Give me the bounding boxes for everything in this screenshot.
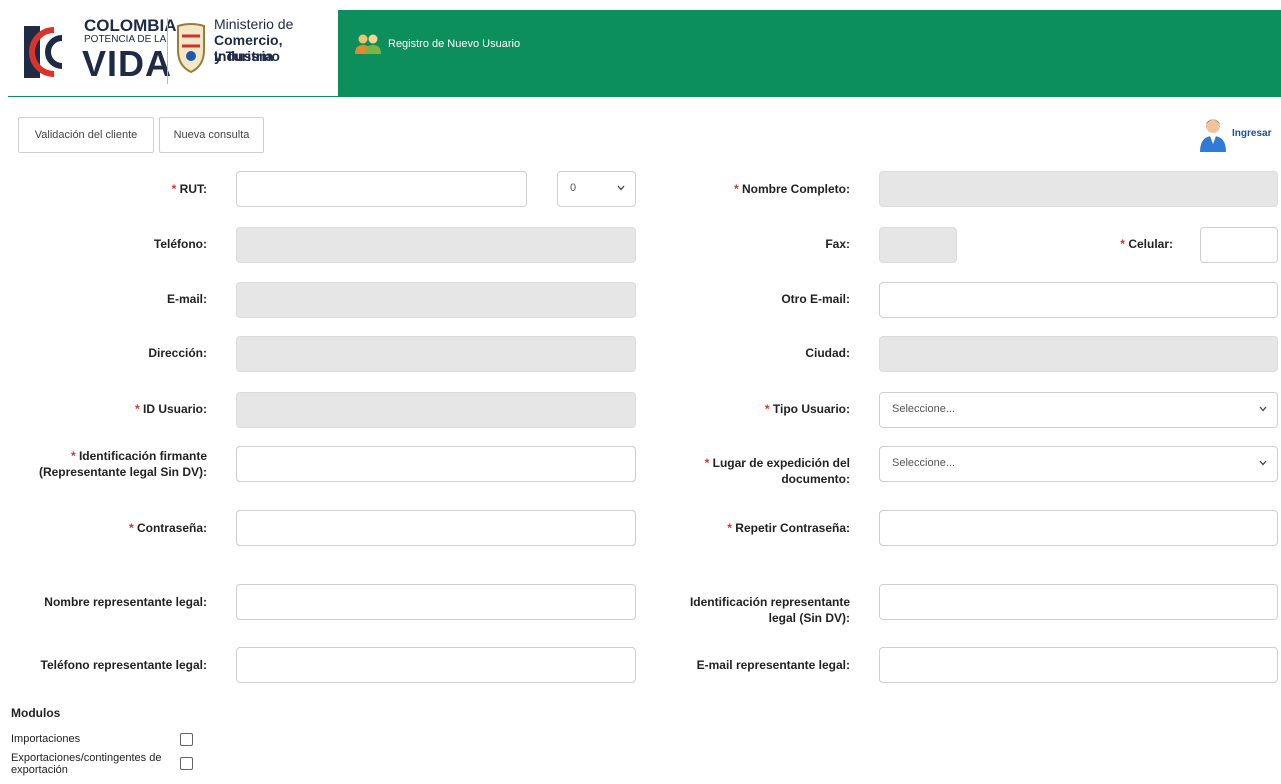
- email-input[interactable]: [236, 282, 636, 318]
- telefono-input[interactable]: [236, 227, 636, 263]
- modulo-exportaciones-checkbox[interactable]: [180, 757, 193, 770]
- modulo-importaciones-label: Importaciones: [11, 733, 81, 745]
- telefono-label: Teléfono:: [153, 237, 207, 251]
- modulo-exportaciones-label: Exportaciones/contingentes de exportación: [11, 752, 162, 776]
- logo-box: COLOMBIA POTENCIA DE LA VIDA Ministerio …: [8, 10, 338, 96]
- rut-dv-select[interactable]: 0: [557, 171, 636, 207]
- contrasena-label: * Contraseña:: [128, 521, 207, 535]
- telefono-representante-label: Teléfono representante legal:: [40, 658, 207, 672]
- email-representante-input[interactable]: [879, 647, 1278, 683]
- repetir-contrasena-input[interactable]: [879, 510, 1278, 546]
- rut-dv-value: 0: [570, 182, 577, 194]
- modulo-importaciones-checkbox[interactable]: [180, 733, 193, 746]
- ciudad-input[interactable]: [879, 336, 1278, 372]
- contrasena-input[interactable]: [236, 510, 636, 546]
- lugar-expedicion-select[interactable]: Seleccione...: [879, 446, 1278, 482]
- colombia-logo-icon: [24, 26, 63, 78]
- validacion-cliente-button[interactable]: Validación del cliente: [18, 117, 154, 153]
- nombre-completo-label: * Nombre Completo:: [733, 182, 850, 196]
- page-title: Registro de Nuevo Usuario: [388, 38, 521, 50]
- user-login-icon[interactable]: [1198, 117, 1228, 153]
- identificacion-representante-input[interactable]: [879, 584, 1278, 620]
- nombre-representante-input[interactable]: [236, 584, 636, 620]
- email-label: E-mail:: [166, 292, 207, 306]
- required-mark: *: [171, 182, 177, 196]
- otro-email-label: Otro E-mail:: [781, 292, 850, 306]
- chevron-down-icon: [617, 185, 625, 191]
- repetir-contrasena-label: * Repetir Contraseña:: [727, 521, 850, 535]
- email-representante-label: E-mail representante legal:: [696, 658, 850, 672]
- identificacion-firmante-input[interactable]: [236, 446, 636, 482]
- nueva-consulta-button[interactable]: Nueva consulta: [159, 117, 264, 153]
- lugar-expedicion-value: Seleccione...: [892, 457, 955, 469]
- logo-vida-text: VIDA: [82, 43, 173, 84]
- tipo-usuario-value: Seleccione...: [892, 403, 955, 415]
- tipo-usuario-label: * Tipo Usuario:: [764, 402, 850, 416]
- coat-of-arms-icon: [177, 23, 205, 74]
- logo-divider: [167, 18, 168, 84]
- ministerio-line-3: y Turismo: [214, 48, 280, 64]
- fax-input[interactable]: [879, 227, 957, 263]
- chevron-down-icon: [1259, 406, 1267, 412]
- fax-label: Fax:: [825, 237, 850, 251]
- ciudad-label: Ciudad:: [805, 346, 850, 360]
- otro-email-input[interactable]: [879, 282, 1278, 318]
- ingresar-link[interactable]: Ingresar: [1232, 128, 1271, 139]
- tipo-usuario-select[interactable]: Seleccione...: [879, 392, 1278, 428]
- rut-label: * RUT:: [171, 182, 207, 196]
- celular-label: * Celular:: [1120, 237, 1173, 251]
- id-usuario-input[interactable]: [236, 392, 636, 428]
- direccion-label: Dirección:: [148, 346, 207, 360]
- rut-input[interactable]: [236, 171, 527, 207]
- celular-input[interactable]: [1200, 227, 1278, 263]
- identificacion-firmante-label: * Identificación firmante (Representante…: [38, 449, 207, 479]
- identificacion-representante-label: Identificación representante legal (Sin …: [689, 595, 850, 625]
- ministerio-line-1: Ministerio de: [214, 16, 294, 32]
- telefono-representante-input[interactable]: [236, 647, 636, 683]
- nombre-representante-label: Nombre representante legal:: [44, 595, 207, 609]
- chevron-down-icon: [1259, 460, 1267, 466]
- users-icon: [355, 34, 381, 54]
- modulos-title: Modulos: [11, 706, 61, 720]
- id-usuario-label: * ID Usuario:: [134, 402, 207, 416]
- direccion-input[interactable]: [236, 336, 636, 372]
- logo-colombia-text: COLOMBIA: [84, 16, 177, 35]
- nombre-completo-input[interactable]: [879, 171, 1278, 207]
- lugar-expedicion-label: * Lugar de expedición del documento:: [704, 456, 850, 486]
